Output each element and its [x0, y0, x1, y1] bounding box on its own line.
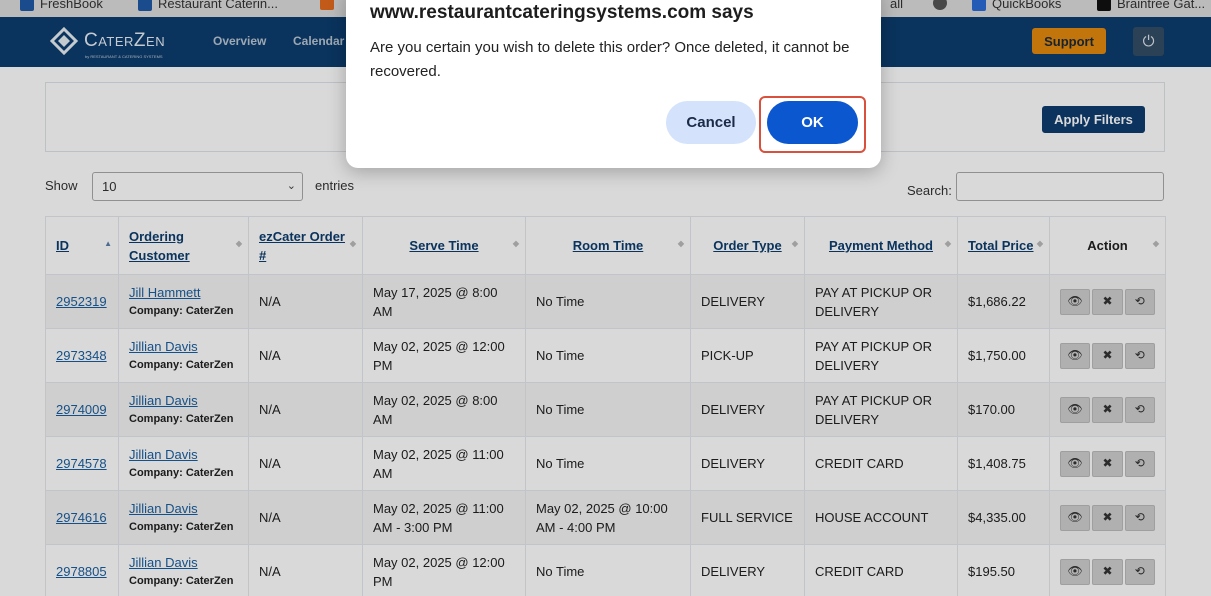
ok-button[interactable]: OK — [767, 101, 858, 144]
cancel-button[interactable]: Cancel — [666, 101, 756, 144]
dialog-title: www.restaurantcateringsystems.com says — [370, 2, 754, 23]
confirm-dialog: www.restaurantcateringsystems.com says A… — [346, 0, 881, 168]
dialog-message: Are you certain you wish to delete this … — [370, 39, 850, 80]
